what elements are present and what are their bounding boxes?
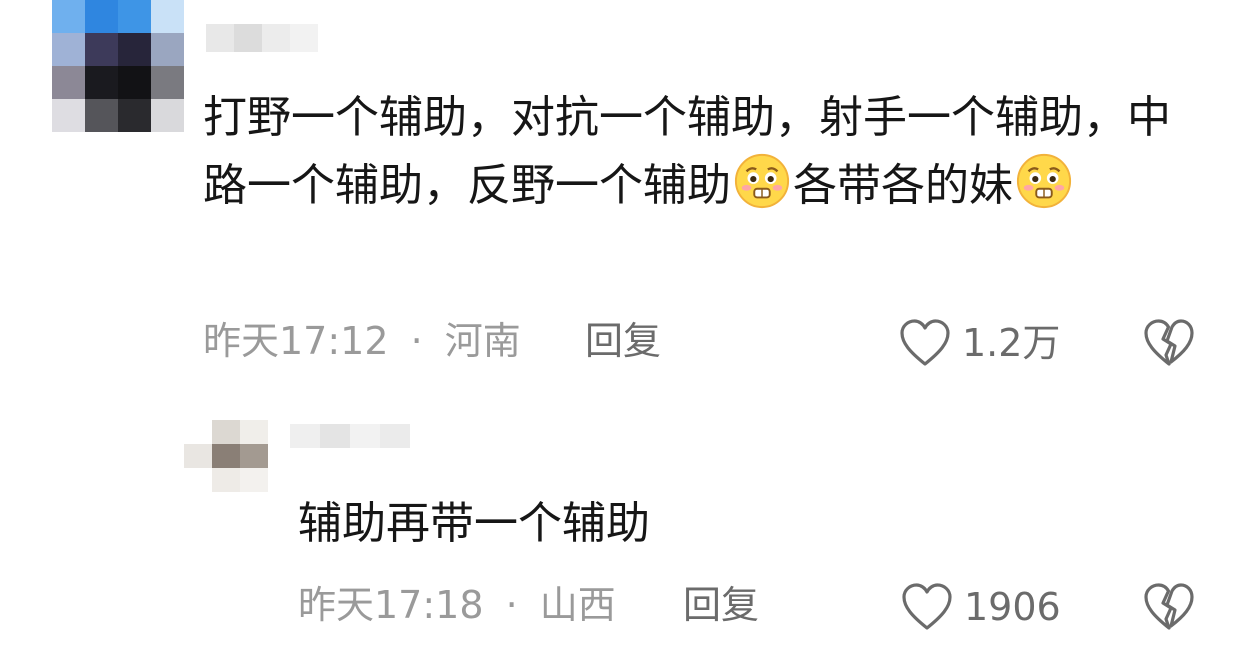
comment-text: 打野一个辅助，对抗一个辅助，射手一个辅助，中路一个辅助，反野一个辅助 各带各的妹 xyxy=(203,84,1183,220)
meta-separator: · xyxy=(505,583,518,627)
reply-button[interactable]: 回复 xyxy=(585,318,661,364)
comment-meta: 昨天17:12 · 河南 xyxy=(203,318,521,364)
dislike-button[interactable] xyxy=(1142,582,1196,636)
comment-text: 辅助再带一个辅助 xyxy=(298,490,650,558)
heart-outline-icon xyxy=(902,583,952,630)
broken-heart-icon xyxy=(1144,319,1194,366)
comment-time: 昨天17:12 xyxy=(203,319,389,363)
heart-outline-icon xyxy=(900,319,950,366)
comment-location: 山西 xyxy=(539,583,616,627)
like-count: 1.2万 xyxy=(962,321,1061,365)
avatar[interactable] xyxy=(52,0,184,132)
like-button[interactable]: 1906 xyxy=(900,582,1061,632)
worried-face-emoji-icon xyxy=(734,153,790,209)
comment-text-part: 辅助再带一个辅助 xyxy=(298,498,650,549)
avatar[interactable] xyxy=(184,420,268,492)
reply-button[interactable]: 回复 xyxy=(683,582,759,628)
worried-face-emoji-icon xyxy=(1016,153,1072,209)
dislike-button[interactable] xyxy=(1142,318,1196,372)
comment-meta: 昨天17:18 · 山西 xyxy=(298,582,616,628)
like-count: 1906 xyxy=(964,585,1061,629)
comment-location: 河南 xyxy=(444,319,521,363)
comment-text-part: 各带各的妹 xyxy=(793,160,1013,211)
meta-separator: · xyxy=(410,319,423,363)
broken-heart-icon xyxy=(1144,583,1194,630)
like-button[interactable]: 1.2万 xyxy=(898,318,1060,368)
username[interactable] xyxy=(290,424,410,448)
comment-time: 昨天17:18 xyxy=(298,583,484,627)
username[interactable] xyxy=(206,24,318,52)
